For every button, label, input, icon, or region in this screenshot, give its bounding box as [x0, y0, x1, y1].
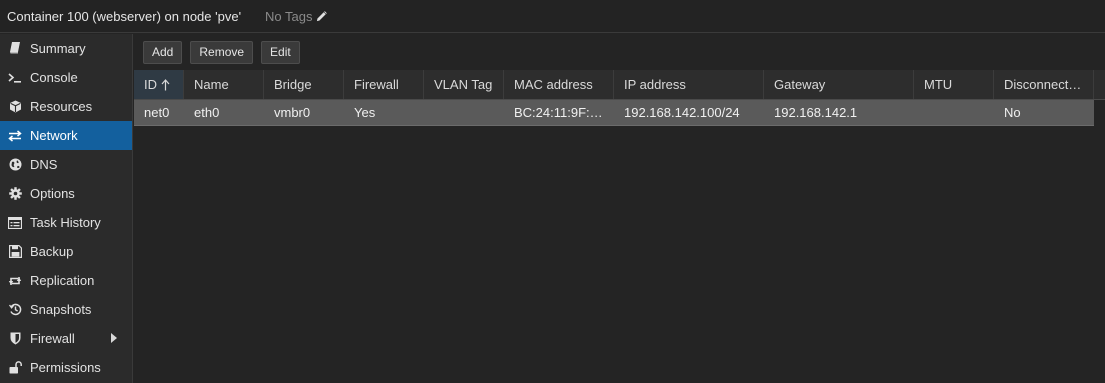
sidebar-item-label: Console — [30, 70, 78, 85]
gear-icon — [8, 187, 22, 201]
page-title: Container 100 (webserver) on node 'pve' — [7, 8, 242, 24]
remove-button[interactable]: Remove — [190, 40, 254, 64]
globe-icon — [8, 158, 22, 172]
column-header-ip-address[interactable]: IP address — [614, 70, 764, 99]
cell-bridge: vmbr0 — [274, 105, 311, 120]
sidebar-item-label: Firewall — [30, 331, 75, 346]
sidebar: Summary Console Resources Network DNS Op… — [0, 34, 133, 383]
grid-header: ID Name Bridge Firewall VLAN Tag MAC add… — [134, 70, 1105, 100]
floppy-icon — [8, 245, 22, 259]
main-panel: Add Remove Edit ID Name Bridge Firewall … — [134, 34, 1105, 383]
column-header-disconnect[interactable]: Disconnect… — [994, 70, 1094, 99]
column-header-vlan-tag[interactable]: VLAN Tag — [424, 70, 504, 99]
edit-button[interactable]: Edit — [261, 40, 300, 64]
sidebar-item-options[interactable]: Options — [0, 179, 132, 208]
cell-name: eth0 — [194, 105, 220, 120]
sidebar-item-permissions[interactable]: Permissions — [0, 353, 132, 382]
cell-disconnect: No — [1004, 105, 1021, 120]
sidebar-item-firewall[interactable]: Firewall — [0, 324, 132, 353]
shield-icon — [8, 332, 22, 346]
sort-ascending-icon — [161, 78, 170, 91]
column-header-firewall[interactable]: Firewall — [344, 70, 424, 99]
sidebar-item-dns[interactable]: DNS — [0, 150, 132, 179]
cell-mac-address: BC:24:11:9F:… — [514, 105, 603, 120]
sidebar-item-label: Backup — [30, 244, 74, 259]
cell-mtu — [914, 100, 994, 125]
terminal-icon — [8, 71, 22, 85]
sidebar-item-label: Task History — [30, 215, 101, 230]
sidebar-item-label: Network — [30, 128, 78, 143]
sidebar-item-resources[interactable]: Resources — [0, 92, 132, 121]
sidebar-item-label: Snapshots — [30, 302, 92, 317]
table-row[interactable]: net0 eth0 vmbr0 Yes BC:24:11:9F:… 192.16… — [134, 100, 1094, 126]
toolbar: Add Remove Edit — [134, 34, 1105, 70]
cell-gateway: 192.168.142.1 — [774, 105, 858, 120]
sidebar-item-label: Permissions — [30, 360, 101, 375]
book-icon — [8, 42, 22, 56]
cell-vlan-tag — [424, 100, 504, 125]
column-header-gateway[interactable]: Gateway — [764, 70, 914, 99]
pencil-icon[interactable] — [316, 10, 327, 22]
exchange-icon — [8, 129, 22, 143]
tags-editor[interactable]: No Tags — [265, 8, 327, 24]
tags-label: No Tags — [265, 8, 313, 24]
column-header-mac-address[interactable]: MAC address — [504, 70, 614, 99]
sidebar-item-label: DNS — [30, 157, 58, 172]
retweet-icon — [8, 274, 22, 288]
content-header: Container 100 (webserver) on node 'pve' … — [0, 0, 1105, 33]
column-header-mtu[interactable]: MTU — [914, 70, 994, 99]
sidebar-item-label: Resources — [30, 99, 93, 114]
cell-id: net0 — [144, 105, 170, 120]
history-icon — [8, 303, 22, 317]
expand-arrow-icon[interactable] — [111, 333, 117, 343]
sidebar-item-summary[interactable]: Summary — [0, 34, 132, 63]
sidebar-item-snapshots[interactable]: Snapshots — [0, 295, 132, 324]
sidebar-item-backup[interactable]: Backup — [0, 237, 132, 266]
sidebar-item-label: Options — [30, 186, 75, 201]
sidebar-item-label: Replication — [30, 273, 95, 288]
column-header-name[interactable]: Name — [184, 70, 264, 99]
list-icon — [8, 216, 22, 230]
column-header-bridge[interactable]: Bridge — [264, 70, 344, 99]
sidebar-item-replication[interactable]: Replication — [0, 266, 132, 295]
unlock-icon — [8, 361, 22, 375]
sidebar-item-task-history[interactable]: Task History — [0, 208, 132, 237]
cell-firewall: Yes — [354, 105, 376, 120]
column-header-id[interactable]: ID — [134, 70, 184, 99]
cube-icon — [8, 100, 22, 114]
sidebar-item-network[interactable]: Network — [0, 121, 132, 150]
sidebar-item-console[interactable]: Console — [0, 63, 132, 92]
add-button[interactable]: Add — [143, 40, 183, 64]
cell-ip-address: 192.168.142.100/24 — [624, 105, 740, 120]
sidebar-item-label: Summary — [30, 41, 86, 56]
network-grid: ID Name Bridge Firewall VLAN Tag MAC add… — [134, 70, 1105, 126]
